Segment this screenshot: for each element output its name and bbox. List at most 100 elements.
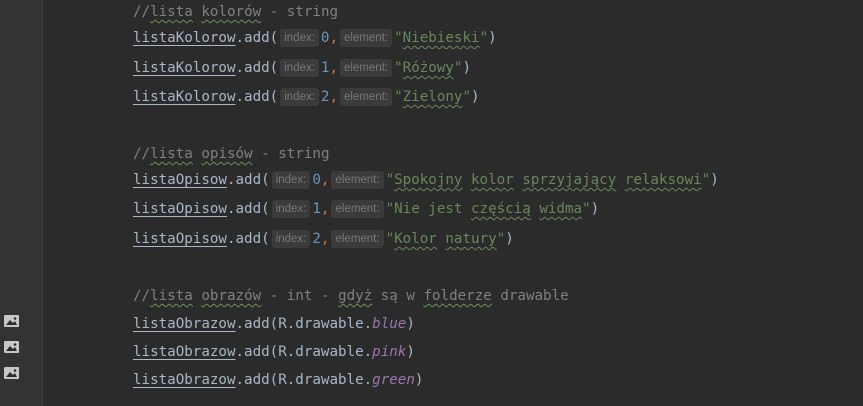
string-word: natury — [445, 231, 497, 247]
method-call: .add(R.drawable. — [235, 344, 373, 360]
close-paren: ) — [406, 316, 415, 332]
param-hint-index: index: — [280, 59, 319, 77]
comment-word: opisów — [201, 146, 253, 162]
param-hint-index: index: — [271, 230, 311, 248]
method-call: .add( — [226, 172, 270, 188]
variable-name[interactable]: listaOpisow — [133, 172, 227, 188]
code-line: listaObrazow.add(R.drawable.blue) — [133, 311, 415, 337]
string-word: widma — [539, 201, 583, 217]
code-line: listaOpisow.add(index: 1, element: "Nie jes… — [133, 196, 599, 222]
method-call: .add( — [235, 89, 279, 105]
string-word: Zielony — [402, 89, 463, 105]
close-paren: ) — [590, 201, 600, 217]
param-hint-element: element: — [340, 59, 393, 77]
drawable-field[interactable]: pink — [372, 344, 406, 360]
quote: " — [394, 30, 403, 46]
method-call: .add( — [226, 201, 270, 217]
quote: " — [496, 231, 506, 247]
comma: , — [320, 201, 330, 217]
param-hint-element: element: — [340, 29, 393, 47]
comma: , — [320, 231, 330, 247]
method-call: .add(R.drawable. — [235, 316, 373, 332]
variable-name[interactable]: listaKolorow — [133, 30, 236, 46]
index-value: 1 — [312, 201, 321, 217]
string-word: relaksowi — [624, 172, 702, 188]
image-resource-icon[interactable] — [4, 315, 19, 327]
method-call: .add(R.drawable. — [235, 372, 373, 388]
param-hint-element: element: — [331, 200, 384, 218]
param-hint-index: index: — [271, 200, 311, 218]
image-resource-icon[interactable] — [4, 341, 19, 353]
variable-name[interactable]: listaKolorow — [133, 60, 236, 76]
comma: , — [329, 89, 338, 105]
comment-text: są w — [372, 288, 424, 304]
code-line: listaObrazow.add(R.drawable.pink) — [133, 339, 415, 365]
string-text: Nie jest — [394, 201, 471, 217]
variable-name[interactable]: listaObrazow — [133, 344, 236, 360]
close-paren: ) — [406, 344, 415, 360]
quote: " — [394, 89, 403, 105]
method-call: .add( — [235, 30, 279, 46]
comment-word: lista — [150, 4, 193, 20]
code-line: listaKolorow.add(index: 1, element: "Różowy… — [133, 55, 471, 81]
close-paren: ) — [505, 231, 514, 247]
comma: , — [320, 172, 330, 188]
comment-text: - int - — [261, 288, 339, 304]
param-hint-element: element: — [340, 88, 393, 106]
code-line: listaOpisow.add(index: 0, element: "Spokojn… — [133, 167, 719, 193]
string-word: sprzyjający — [522, 172, 617, 188]
index-value: 0 — [312, 172, 321, 188]
string-literal: "Spokojny kolor sprzyjający relaksowi" — [386, 172, 711, 188]
quote: " — [394, 60, 403, 76]
comment-slashes: // — [133, 146, 151, 162]
comment-text: - string — [252, 146, 330, 162]
comment-slashes: // — [133, 4, 151, 20]
comment-word: folderze — [423, 288, 492, 304]
comma: , — [329, 30, 338, 46]
method-call: .add( — [235, 60, 279, 76]
drawable-field[interactable]: blue — [372, 316, 406, 332]
string-literal: "Kolor natury" — [386, 231, 506, 247]
param-hint-index: index: — [280, 88, 319, 106]
string-word: Spokojny — [394, 172, 463, 188]
quote: " — [385, 172, 395, 188]
code-line-comment: //lista opisów - string — [133, 141, 329, 167]
quote: " — [385, 201, 395, 217]
variable-name[interactable]: listaOpisow — [133, 201, 227, 217]
variable-name[interactable]: listaKolorow — [133, 89, 236, 105]
method-call: .add( — [226, 231, 270, 247]
comment-word: gdyż — [338, 288, 373, 304]
code-editor[interactable]: //lista kolorów - string listaKolorow.ad… — [0, 0, 863, 406]
code-line-comment: //lista kolorów - string — [133, 0, 338, 25]
param-hint-index: index: — [280, 29, 319, 47]
string-literal: "Nie jest częścią widma" — [386, 201, 591, 217]
param-hint-element: element: — [331, 230, 384, 248]
index-value: 2 — [312, 231, 321, 247]
string-literal: "Zielony" — [394, 89, 471, 105]
comment-word: obrazów — [201, 288, 262, 304]
drawable-field[interactable]: green — [372, 372, 415, 388]
comment-slashes: // — [133, 288, 151, 304]
close-paren: ) — [710, 172, 719, 188]
string-literal: "Różowy" — [394, 60, 462, 76]
quote: " — [582, 201, 591, 217]
variable-name[interactable]: listaObrazow — [133, 372, 236, 388]
editor-gutter — [0, 0, 43, 406]
variable-name[interactable]: listaOpisow — [133, 231, 227, 247]
comma: , — [329, 60, 338, 76]
quote: " — [462, 89, 471, 105]
code-line: listaObrazow.add(R.drawable.green) — [133, 367, 423, 393]
comment-word: lista — [150, 288, 193, 304]
variable-name[interactable]: listaObrazow — [133, 316, 236, 332]
comment-word: lista — [150, 146, 193, 162]
string-literal: "Niebieski" — [394, 30, 488, 46]
image-resource-icon[interactable] — [4, 367, 19, 379]
close-paren: ) — [488, 30, 497, 46]
close-paren: ) — [471, 89, 480, 105]
code-line: listaKolorow.add(index: 0, element: "Niebie… — [133, 25, 497, 51]
string-word: Niebieski — [402, 30, 480, 46]
close-paren: ) — [414, 372, 424, 388]
comment-word: kolorów — [201, 4, 262, 20]
